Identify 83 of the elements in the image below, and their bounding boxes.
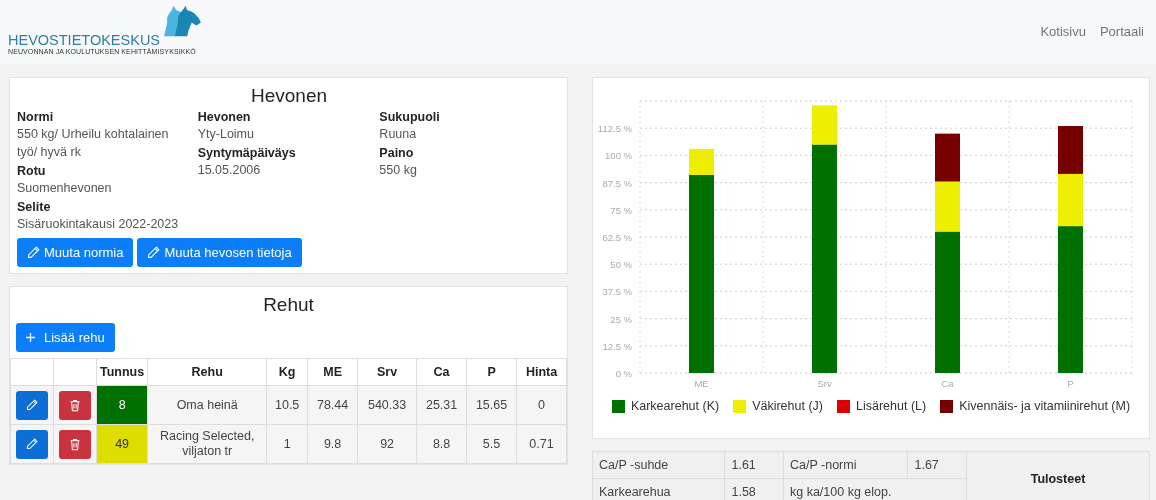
column-header: Rehu xyxy=(147,358,267,386)
y-tick-label: 37.5 % xyxy=(602,286,632,298)
field-label: Syntymäpäiväys xyxy=(197,146,297,161)
edit-button[interactable] xyxy=(16,390,48,420)
card-title: Hevonen xyxy=(249,84,329,108)
field-value: 550 kg xyxy=(379,162,418,179)
legend-label: Lisärehut (L) xyxy=(856,399,927,413)
y-tick-label: 62.5 % xyxy=(602,232,632,243)
add-feed-button[interactable]: Lisää rehu xyxy=(16,323,115,352)
x-tick-label: Srv xyxy=(817,378,832,389)
pencil-icon xyxy=(26,399,38,411)
y-tick-label: 87.5 % xyxy=(602,177,632,189)
pencil-icon xyxy=(27,246,40,259)
delete-button[interactable] xyxy=(59,429,91,459)
table-cell: Ca/P -suhde xyxy=(592,451,725,479)
table-cell: 15.65 xyxy=(466,385,517,425)
trash-icon xyxy=(69,437,81,451)
table-cell: 1 xyxy=(266,424,308,464)
legend-label: Karkearehut (K) xyxy=(630,399,720,413)
field-value: 550 kg/ Urheilu kohtalainen työ/ hyvä rk xyxy=(17,126,170,161)
logo-title: HEVOSTIETOKESKUS xyxy=(8,32,162,48)
pencil-icon xyxy=(147,246,161,259)
x-tick-label: Ca xyxy=(941,378,954,389)
y-tick-label: 112.5 % xyxy=(597,123,632,135)
field-value: Suomenhevonen xyxy=(17,180,113,197)
table-cell: Karkearehua xyxy=(592,478,725,500)
field-label: Selite xyxy=(17,200,52,215)
column-header: ME xyxy=(307,358,358,386)
table-cell: 1.67 xyxy=(907,451,967,479)
column-header: Ca xyxy=(416,358,467,386)
field-label: Hevonen xyxy=(197,110,252,125)
table-cell: Racing Selected, viljaton tr xyxy=(147,424,267,464)
column-header: P xyxy=(466,358,517,386)
column-header: Hinta xyxy=(516,358,567,386)
edit-button[interactable]: Muuta hevosen tietoja xyxy=(137,238,302,267)
table-cell: 9.8 xyxy=(307,424,358,464)
table-cell: Ca/P -normi xyxy=(783,451,908,479)
field-value: Yty-Loimu xyxy=(197,126,255,143)
nav-link[interactable]: Kotisivu xyxy=(1040,24,1086,39)
field-label: Rotu xyxy=(17,164,47,179)
y-tick-label: 50 % xyxy=(610,259,632,271)
y-tick-label: 100 % xyxy=(605,150,632,162)
field-value: Sisäruokintakausi 2022-2023 xyxy=(17,216,180,233)
table-cell: 25.31 xyxy=(416,385,467,425)
table-cell: 0 xyxy=(516,385,567,425)
field-value: Ruuna xyxy=(379,126,418,143)
column-header: Kg xyxy=(266,358,308,386)
table-cell: 49 xyxy=(96,424,148,464)
bar-segment xyxy=(935,133,960,182)
table-cell: 1.61 xyxy=(725,451,784,479)
edit-button[interactable] xyxy=(16,429,48,459)
bar-segment xyxy=(1058,126,1083,174)
table-cell: 5.5 xyxy=(466,424,517,464)
legend-label: Väkirehut (J) xyxy=(752,399,823,413)
table-cell: Tulosteet xyxy=(966,451,1150,500)
x-tick-label: ME xyxy=(694,378,709,389)
field-label: Normi xyxy=(17,110,55,125)
table-cell: 8 xyxy=(96,385,148,425)
table-cell: 0.71 xyxy=(516,424,567,464)
y-tick-label: 0 % xyxy=(615,368,632,379)
column-header: Tunnus xyxy=(96,358,148,386)
table-cell: 8.8 xyxy=(416,424,467,464)
column-header: Srv xyxy=(357,358,417,386)
edit-button[interactable]: Muuta normia xyxy=(17,238,134,267)
pencil-icon xyxy=(26,438,38,450)
table-cell: Oma heinä xyxy=(147,385,267,425)
field-label: Paino xyxy=(379,146,415,161)
y-tick-label: 12.5 % xyxy=(602,340,632,352)
legend-label: Kivennäis- ja vitamiinirehut (M) xyxy=(959,399,1131,413)
trash-icon xyxy=(69,398,81,412)
card-title: Rehut xyxy=(262,293,315,317)
table-cell: 540.33 xyxy=(357,385,417,425)
plus-icon xyxy=(26,333,35,342)
y-tick-label: 75 % xyxy=(610,204,632,216)
delete-button[interactable] xyxy=(59,390,91,420)
field-value: 15.05.2006 xyxy=(197,162,262,179)
x-tick-label: P xyxy=(1067,378,1074,389)
table-cell: 78.44 xyxy=(307,385,358,425)
y-tick-label: 25 % xyxy=(610,313,632,325)
table-cell: 92 xyxy=(357,424,417,464)
table-cell: 10.5 xyxy=(266,385,308,425)
nav-link[interactable]: Portaali xyxy=(1099,24,1144,39)
field-label: Sukupuoli xyxy=(379,110,441,125)
